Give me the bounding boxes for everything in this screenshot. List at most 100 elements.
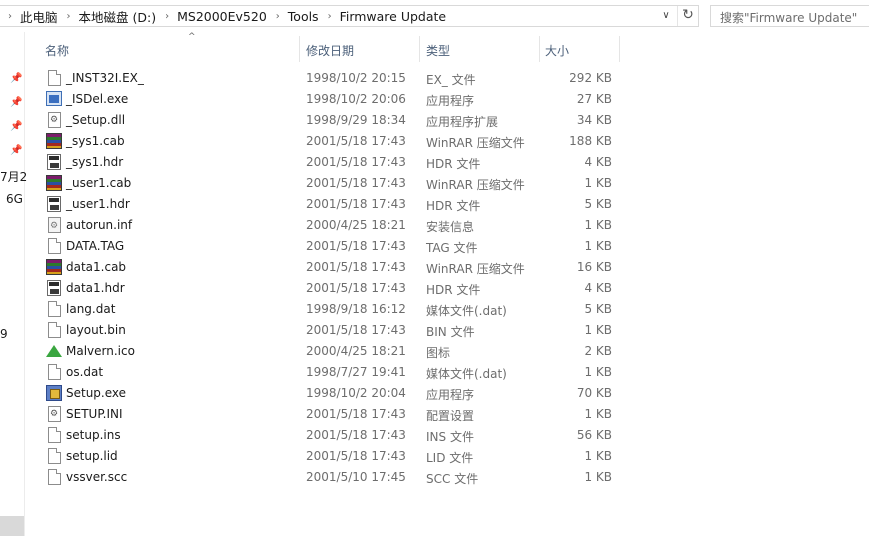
file-modified-date: 2000/4/25 18:21 <box>306 218 406 232</box>
setup-info-icon <box>48 217 61 233</box>
breadcrumb-firmware-update[interactable]: Firmware Update <box>340 9 447 24</box>
file-row[interactable]: _user1.hdr 2001/5/18 17:43 HDR 文件 5 KB <box>25 194 645 215</box>
file-name: _sys1.hdr <box>66 155 124 169</box>
breadcrumb-ms2000ev520[interactable]: MS2000Ev520 <box>177 9 267 24</box>
file-row[interactable]: _sys1.cab 2001/5/18 17:43 WinRAR 压缩文件 188 K… <box>25 131 645 152</box>
file-name: autorun.inf <box>66 218 133 232</box>
column-header-size[interactable]: 大小 <box>545 42 569 59</box>
winrar-archive-icon <box>46 175 62 191</box>
hdr-file-icon <box>47 280 61 296</box>
breadcrumb-tools[interactable]: Tools <box>288 9 319 24</box>
file-row[interactable]: layout.bin 2001/5/18 17:43 BIN 文件 1 KB <box>25 320 645 341</box>
file-name: Setup.exe <box>66 386 127 400</box>
nav-item-fragment[interactable]: 6G <box>6 192 23 206</box>
file-row[interactable]: os.dat 1998/7/27 19:41 媒体文件(.dat) 1 KB <box>25 362 645 383</box>
file-modified-date: 2001/5/18 17:43 <box>306 176 406 190</box>
file-modified-date: 1998/10/2 20:06 <box>306 92 406 106</box>
file-name: _Setup.dll <box>66 113 126 127</box>
file-type: 媒体文件(.dat) <box>426 304 507 318</box>
search-input[interactable]: 搜索"Firmware Update" <box>710 5 869 27</box>
file-list: _INST32I.EX_ 1998/10/2 20:15 EX_ 文件 292 KB _… <box>25 68 645 488</box>
file-size: 1 KB <box>584 365 612 379</box>
pin-icon[interactable]: 📌 <box>10 74 22 84</box>
pin-icon[interactable]: 📌 <box>10 98 22 108</box>
column-divider[interactable] <box>419 36 420 62</box>
file-type: 应用程序 <box>426 94 475 108</box>
breadcrumb-chevron-icon[interactable]: › <box>67 11 71 22</box>
file-type: EX_ 文件 <box>426 73 476 87</box>
file-modified-date: 2000/4/25 18:21 <box>306 344 406 358</box>
file-size: 1 KB <box>584 323 612 337</box>
config-settings-icon <box>48 406 61 422</box>
dll-icon <box>48 112 61 128</box>
file-row[interactable]: lang.dat 1998/9/18 16:12 媒体文件(.dat) 5 KB <box>25 299 645 320</box>
address-bar[interactable]: › 此电脑 › 本地磁盘 (D:) › MS2000Ev520 › Tools … <box>0 5 699 27</box>
column-header-name[interactable]: 名称 <box>45 42 69 59</box>
file-row[interactable]: _sys1.hdr 2001/5/18 17:43 HDR 文件 4 KB <box>25 152 645 173</box>
column-divider[interactable] <box>299 36 300 62</box>
file-modified-date: 2001/5/18 17:43 <box>306 239 406 253</box>
generic-file-icon <box>48 364 61 380</box>
file-modified-date: 1998/10/2 20:15 <box>306 71 406 85</box>
file-size: 34 KB <box>576 113 612 127</box>
navigation-pane[interactable]: 📌 📌 📌 📌 7月2 6G 9 <box>0 32 27 536</box>
file-type: SCC 文件 <box>426 472 479 486</box>
file-row[interactable]: autorun.inf 2000/4/25 18:21 安装信息 1 KB <box>25 215 645 236</box>
file-type: LID 文件 <box>426 451 474 465</box>
file-modified-date: 2001/5/18 17:43 <box>306 155 406 169</box>
file-modified-date: 2001/5/18 17:43 <box>306 428 406 442</box>
file-type: 应用程序 <box>426 388 475 402</box>
file-size: 1 KB <box>584 407 612 421</box>
file-size: 1 KB <box>584 449 612 463</box>
generic-file-icon <box>48 301 61 317</box>
file-size: 188 KB <box>569 134 612 148</box>
column-header-date[interactable]: 修改日期 <box>306 42 354 59</box>
winrar-archive-icon <box>46 133 62 149</box>
file-row[interactable]: Malvern.ico 2000/4/25 18:21 图标 2 KB <box>25 341 645 362</box>
breadcrumb-this-pc[interactable]: 此电脑 <box>20 7 58 26</box>
file-modified-date: 2001/5/18 17:43 <box>306 449 406 463</box>
file-modified-date: 1998/7/27 19:41 <box>306 365 406 379</box>
file-size: 16 KB <box>576 260 612 274</box>
file-row[interactable]: _INST32I.EX_ 1998/10/2 20:15 EX_ 文件 292 KB <box>25 68 645 89</box>
nav-item-fragment[interactable]: 9 <box>0 327 8 341</box>
file-name: layout.bin <box>66 323 126 337</box>
malvern-logo-icon <box>46 345 62 357</box>
column-divider[interactable] <box>619 36 620 62</box>
file-size: 1 KB <box>584 239 612 253</box>
address-history-dropdown-icon[interactable]: ∨ <box>657 8 675 24</box>
column-divider[interactable] <box>539 36 540 62</box>
pin-icon[interactable]: 📌 <box>10 122 22 132</box>
pin-icon[interactable]: 📌 <box>10 146 22 156</box>
file-row[interactable]: setup.lid 2001/5/18 17:43 LID 文件 1 KB <box>25 446 645 467</box>
file-row[interactable]: SETUP.INI 2001/5/18 17:43 配置设置 1 KB <box>25 404 645 425</box>
file-row[interactable]: Setup.exe 1998/10/2 20:04 应用程序 70 KB <box>25 383 645 404</box>
file-row[interactable]: data1.cab 2001/5/18 17:43 WinRAR 压缩文件 16 KB <box>25 257 645 278</box>
file-row[interactable]: setup.ins 2001/5/18 17:43 INS 文件 56 KB <box>25 425 645 446</box>
breadcrumb-chevron-icon[interactable]: › <box>328 11 332 22</box>
file-name: _user1.hdr <box>66 197 130 211</box>
nav-item-fragment[interactable]: 7月2 <box>0 168 27 185</box>
file-type: 安装信息 <box>426 220 475 234</box>
file-row[interactable]: _ISDel.exe 1998/10/2 20:06 应用程序 27 KB <box>25 89 645 110</box>
file-row[interactable]: vssver.scc 2001/5/10 17:45 SCC 文件 1 KB <box>25 467 645 488</box>
file-row[interactable]: _Setup.dll 1998/9/29 18:34 应用程序扩展 34 KB <box>25 110 645 131</box>
refresh-icon[interactable]: ↻ <box>677 6 698 26</box>
file-type: HDR 文件 <box>426 283 481 297</box>
file-row[interactable]: DATA.TAG 2001/5/18 17:43 TAG 文件 1 KB <box>25 236 645 257</box>
nav-pane-scrollbar[interactable] <box>0 516 24 536</box>
column-header-type[interactable]: 类型 <box>426 42 450 59</box>
breadcrumb-local-disk[interactable]: 本地磁盘 (D:) <box>79 7 157 26</box>
file-size: 1 KB <box>584 218 612 232</box>
breadcrumb-chevron-icon[interactable]: › <box>8 11 12 22</box>
generic-file-icon <box>48 469 61 485</box>
setup-installer-icon <box>46 385 62 401</box>
file-name: _user1.cab <box>66 176 132 190</box>
generic-file-icon <box>48 238 61 254</box>
file-row[interactable]: _user1.cab 2001/5/18 17:43 WinRAR 压缩文件 1 KB <box>25 173 645 194</box>
breadcrumb-chevron-icon[interactable]: › <box>165 11 169 22</box>
file-name: lang.dat <box>66 302 116 316</box>
file-size: 2 KB <box>584 344 612 358</box>
breadcrumb-chevron-icon[interactable]: › <box>276 11 280 22</box>
file-row[interactable]: data1.hdr 2001/5/18 17:43 HDR 文件 4 KB <box>25 278 645 299</box>
